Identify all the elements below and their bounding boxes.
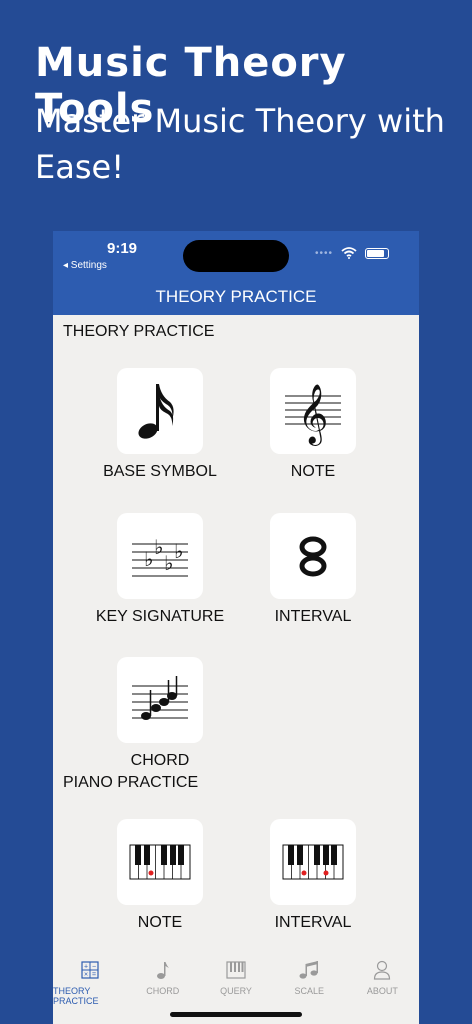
piano-keyboard-icon	[129, 844, 191, 880]
svg-text:=: =	[92, 972, 96, 979]
tab-label: SCALE	[294, 986, 324, 996]
status-icons: ••••	[315, 247, 389, 259]
tab-theory-practice[interactable]: + − × = THEORY PRACTICE	[53, 951, 126, 1024]
svg-text:×: ×	[84, 972, 88, 979]
signal-icon: ••••	[314, 247, 333, 259]
nav-title: THEORY PRACTICE	[155, 287, 317, 306]
tab-label: QUERY	[220, 986, 252, 996]
svg-text:♭: ♭	[144, 547, 153, 571]
music-note-icon	[156, 962, 169, 979]
home-indicator	[170, 1012, 302, 1017]
svg-text:−: −	[92, 964, 96, 971]
tab-label: CHORD	[146, 986, 180, 996]
tab-about[interactable]: ABOUT	[346, 951, 419, 1024]
eighth-note-icon	[138, 384, 174, 439]
piano-note-label: NOTE	[137, 914, 183, 931]
tab-label: ABOUT	[366, 986, 398, 996]
person-icon	[374, 960, 391, 980]
svg-text:♭: ♭	[154, 535, 163, 559]
calculator-icon: + − × =	[80, 961, 99, 979]
svg-text:+: +	[84, 964, 88, 971]
base-symbol-label: BASE SYMBOL	[103, 463, 217, 480]
dynamic-island	[183, 240, 289, 272]
piano-icon	[226, 961, 246, 979]
wifi-icon	[341, 247, 357, 259]
key-signature-label: KEY SIGNATURE	[95, 608, 225, 625]
section-title-theory: THEORY PRACTICE	[63, 323, 215, 340]
chord-notes-icon	[132, 676, 188, 720]
svg-text:𝄞: 𝄞	[298, 384, 329, 446]
treble-clef-staff-icon: 𝄞	[285, 384, 341, 446]
chord-label: CHORD	[130, 752, 190, 769]
music-notes-icon	[299, 961, 319, 979]
section-title-piano: PIANO PRACTICE	[63, 774, 199, 791]
base-symbol-tile[interactable]	[117, 368, 203, 454]
piano-interval-label: INTERVAL	[274, 914, 352, 931]
hero-subtitle: Master Music Theory with Ease!	[35, 102, 445, 186]
piano-note-tile[interactable]	[117, 819, 203, 905]
key-signature-flats-icon: ♭ ♭ ♭ ♭	[132, 535, 188, 577]
svg-text:♭: ♭	[164, 551, 173, 575]
phone-screen: 9:19 ◂ Settings •••• THEORY PRACTICE THE…	[53, 231, 419, 1024]
interval-notes-icon	[299, 536, 327, 577]
svg-text:♭: ♭	[174, 539, 183, 563]
header-bar: 9:19 ◂ Settings •••• THEORY PRACTICE	[53, 231, 419, 315]
note-tile[interactable]: 𝄞	[270, 368, 356, 454]
note-label: NOTE	[290, 463, 336, 480]
interval-tile[interactable]	[270, 513, 356, 599]
key-signature-tile[interactable]: ♭ ♭ ♭ ♭	[117, 513, 203, 599]
interval-label: INTERVAL	[274, 608, 352, 625]
piano-keyboard-interval-icon	[282, 844, 344, 880]
battery-icon	[365, 247, 389, 259]
chord-tile[interactable]	[117, 657, 203, 743]
back-to-settings-link[interactable]: ◂ Settings	[63, 260, 107, 271]
tab-label: THEORY PRACTICE	[53, 986, 99, 1006]
piano-interval-tile[interactable]	[270, 819, 356, 905]
status-time: 9:19	[107, 240, 138, 257]
